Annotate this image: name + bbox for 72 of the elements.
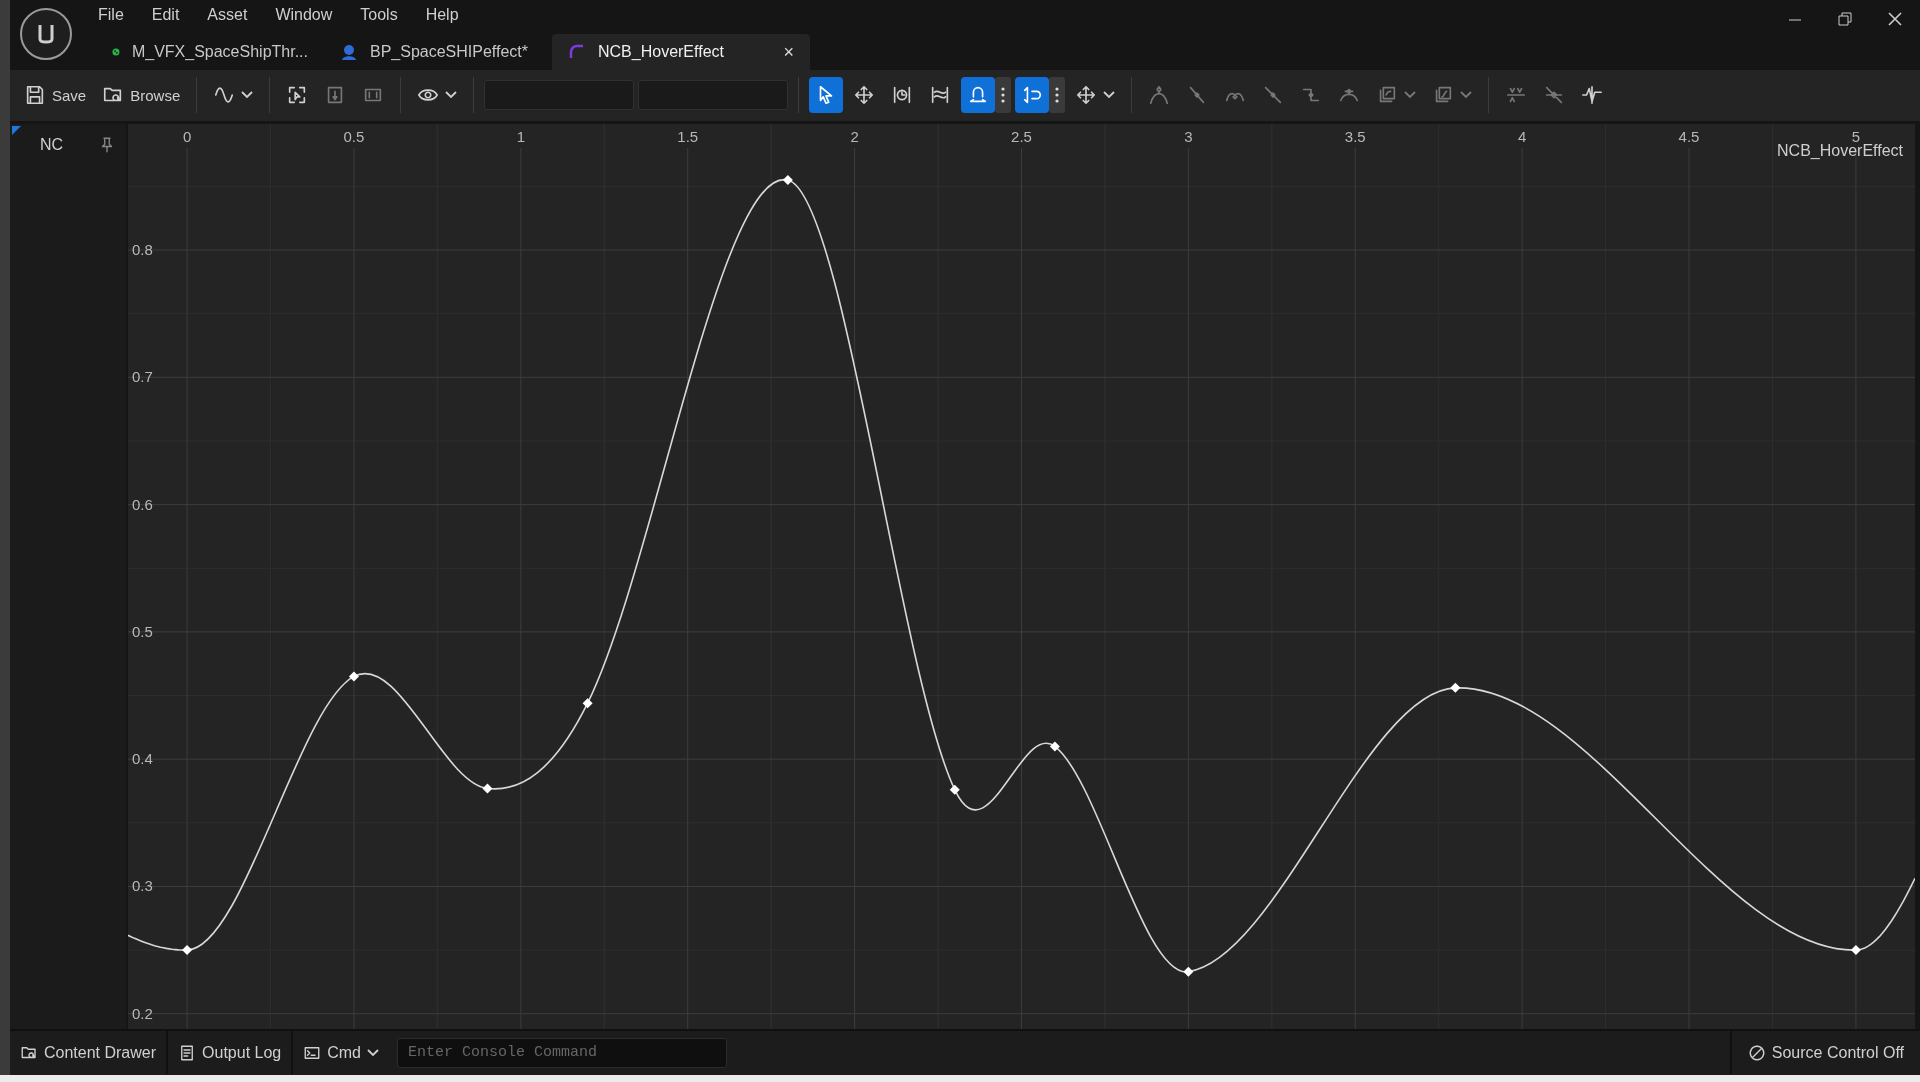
y-tick-label: 0.2 xyxy=(132,1004,153,1022)
snap-time-button[interactable] xyxy=(961,77,996,114)
y-tick-label: 0.8 xyxy=(132,240,153,258)
document-tab[interactable]: BP_SpaceSHIPeffect* xyxy=(324,34,552,70)
close-icon[interactable] xyxy=(1888,12,1902,26)
more-options-button[interactable] xyxy=(995,77,1012,114)
restore-icon[interactable] xyxy=(1838,12,1852,26)
content-drawer-button[interactable]: Content Drawer xyxy=(10,1031,169,1075)
x-tick-label: 2 xyxy=(850,127,859,145)
vertical-dots-icon xyxy=(1001,87,1006,104)
y-tick-label: 0.3 xyxy=(132,877,153,895)
caret-icon xyxy=(367,1048,379,1057)
document-tab[interactable]: NCB_HoverEffect × xyxy=(552,34,810,70)
tab-label: NCB_HoverEffect xyxy=(598,43,724,61)
menu-item[interactable]: Help xyxy=(411,6,473,24)
curve-point-icon xyxy=(1148,84,1171,107)
move-arrows-icon xyxy=(853,84,876,107)
x-tick-label: 0 xyxy=(182,127,192,145)
document-tab[interactable]: M_VFX_SpaceShipThr... xyxy=(96,34,324,70)
keyframe-marker[interactable] xyxy=(482,783,493,794)
y-tick-label: 0.7 xyxy=(132,368,153,386)
keyframe-marker[interactable] xyxy=(949,784,960,795)
tab-label: BP_SpaceSHIPeffect* xyxy=(370,43,529,61)
curve-icon xyxy=(568,43,586,61)
snap-value-button[interactable] xyxy=(1015,77,1050,114)
crosshair-arrows-icon xyxy=(1075,84,1098,107)
caret-icon xyxy=(1460,91,1473,100)
menu-item[interactable]: File xyxy=(84,6,138,24)
x-tick-label: 3.5 xyxy=(1344,127,1366,145)
source-control-button[interactable]: Source Control Off xyxy=(1729,1031,1920,1075)
person-icon xyxy=(340,43,358,61)
more-options-button[interactable] xyxy=(1049,77,1066,114)
keyframe-marker[interactable] xyxy=(1450,682,1461,693)
caret-icon xyxy=(1103,91,1116,100)
x-tick-label: 2.5 xyxy=(1011,127,1032,145)
keyframe-marker[interactable] xyxy=(1850,945,1861,955)
tab-close-button[interactable]: × xyxy=(783,41,794,63)
output-log-button[interactable]: Output Log xyxy=(168,1031,294,1075)
menu-item[interactable]: Asset xyxy=(193,6,262,24)
y-tick-label: 0.5 xyxy=(132,622,153,640)
vertical-dots-icon xyxy=(1055,87,1060,104)
x-tick-label: 4 xyxy=(1518,127,1527,145)
x-tick-label: 1 xyxy=(516,127,525,145)
menu-item[interactable]: Tools xyxy=(346,6,412,24)
y-tick-label: 0.4 xyxy=(132,750,153,768)
caret-icon xyxy=(445,91,458,100)
keyframe-marker[interactable] xyxy=(782,174,793,185)
x-tick-label: 0.5 xyxy=(343,127,365,145)
x-tick-label: 1.5 xyxy=(677,127,699,145)
console-input-field[interactable]: Enter Console Command xyxy=(397,1037,727,1068)
x-tick-label: 4.5 xyxy=(1678,127,1700,145)
keyframe-marker[interactable] xyxy=(1049,741,1060,752)
prohibited-icon xyxy=(1747,1043,1766,1062)
engine-logo-icon xyxy=(20,8,72,60)
menu-item[interactable]: Edit xyxy=(137,6,194,24)
x-tick-label: 3 xyxy=(1184,127,1193,145)
keyframe-marker[interactable] xyxy=(182,945,193,955)
browse-button[interactable]: Browse xyxy=(96,77,187,114)
caret-icon xyxy=(241,91,254,100)
keyframe-marker[interactable] xyxy=(1183,966,1194,977)
select-tool-button[interactable] xyxy=(809,77,844,114)
tab-label: M_VFX_SpaceShipThr... xyxy=(131,43,308,61)
keyframe-marker[interactable] xyxy=(582,698,593,709)
caret-icon xyxy=(1404,91,1417,100)
curve-list-item[interactable]: NC xyxy=(40,135,64,154)
y-tick-label: 0.6 xyxy=(132,495,153,513)
pulse-icon xyxy=(1581,84,1604,107)
menu-item[interactable]: Window xyxy=(261,6,347,24)
corner-marker xyxy=(12,125,21,135)
keyframe-marker[interactable] xyxy=(348,671,359,682)
cmd-dropdown[interactable]: Cmd xyxy=(293,1031,389,1075)
save-button[interactable]: Save xyxy=(18,77,93,114)
